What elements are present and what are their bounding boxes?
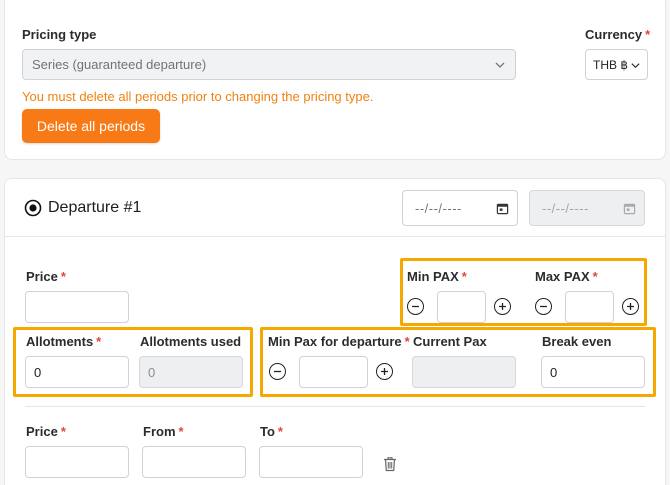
min-pax-label: Min PAX * xyxy=(407,269,467,284)
max-pax-decrement[interactable] xyxy=(535,298,552,315)
break-even-label: Break even xyxy=(542,334,612,349)
pricing-type-label: Pricing type xyxy=(22,27,97,42)
currency-label: Currency * xyxy=(585,27,651,42)
period-to-input[interactable] xyxy=(259,446,363,478)
max-pax-increment[interactable] xyxy=(622,298,639,315)
price-label: Price * xyxy=(26,269,66,284)
divider xyxy=(25,406,645,407)
date-placeholder: --/--/---- xyxy=(415,200,462,216)
break-even-input[interactable]: 0 xyxy=(541,356,645,388)
departure-end-date: --/--/---- xyxy=(529,190,645,226)
plus-circle-icon xyxy=(499,303,506,310)
price-input[interactable] xyxy=(25,291,129,323)
allotments-label: Allotments * xyxy=(26,334,102,349)
calendar-icon xyxy=(623,203,636,215)
pricing-type-select[interactable]: Series (guaranteed departure) xyxy=(22,49,516,80)
period-price-label: Price * xyxy=(26,424,66,439)
period-from-input[interactable] xyxy=(142,446,246,478)
minus-circle-icon xyxy=(412,305,419,308)
max-pax-label: Max PAX * xyxy=(535,269,598,284)
delete-all-periods-button[interactable]: Delete all periods xyxy=(22,109,160,143)
plus-circle-icon xyxy=(627,303,634,310)
min-pax-decrement[interactable] xyxy=(407,298,424,315)
period-to-label: To * xyxy=(260,424,283,439)
current-pax-label: Current Pax xyxy=(413,334,487,349)
current-pax-input xyxy=(412,356,516,388)
divider xyxy=(5,236,665,237)
min-pax-departure-increment[interactable] xyxy=(376,363,393,380)
max-pax-input[interactable] xyxy=(565,291,614,323)
min-pax-departure-decrement[interactable] xyxy=(269,363,286,380)
departure-start-date[interactable]: --/--/---- xyxy=(402,190,518,226)
departure-title: Departure #1 xyxy=(48,199,142,216)
min-pax-increment[interactable] xyxy=(494,298,511,315)
pricing-warning: You must delete all periods prior to cha… xyxy=(22,89,374,104)
trash-icon[interactable] xyxy=(383,456,397,472)
min-pax-departure-label: Min Pax for departure * xyxy=(268,334,410,349)
allotments-input[interactable]: 0 xyxy=(25,356,129,388)
chevron-down-icon xyxy=(631,63,640,69)
min-pax-departure-input[interactable] xyxy=(299,356,368,388)
period-price-input[interactable] xyxy=(25,446,129,478)
pricing-type-value: Series (guaranteed departure) xyxy=(32,57,207,72)
currency-value: THB ฿ xyxy=(593,57,628,72)
allotments-used-input: 0 xyxy=(139,356,243,388)
radio-selected-icon[interactable] xyxy=(24,199,42,217)
plus-circle-icon xyxy=(381,368,388,375)
minus-circle-icon xyxy=(540,305,547,308)
minus-circle-icon xyxy=(274,370,281,373)
date-placeholder: --/--/---- xyxy=(542,200,589,216)
min-pax-input[interactable] xyxy=(437,291,486,323)
chevron-down-icon xyxy=(495,62,505,68)
calendar-icon[interactable] xyxy=(496,202,509,215)
currency-select[interactable]: THB ฿ xyxy=(585,49,648,80)
period-from-label: From * xyxy=(143,424,184,439)
allotments-used-label: Allotments used xyxy=(140,334,242,349)
